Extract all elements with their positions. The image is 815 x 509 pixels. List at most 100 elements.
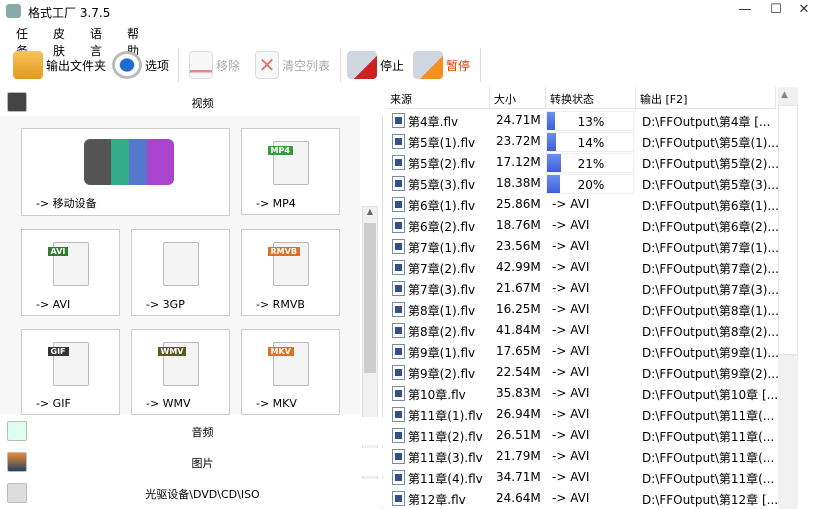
options-button[interactable]: 选项 <box>112 50 169 80</box>
status-text: -> AVI <box>552 323 590 337</box>
table-row[interactable]: 第11章(3).flv 21.79M -> AVI D:\FFOutput\第11章(… <box>386 446 776 467</box>
progress-bar: 13% <box>546 111 634 131</box>
task-list-scroll-thumb[interactable] <box>778 105 798 355</box>
output-path: D:\FFOutput\第5章(1)... <box>642 136 779 150</box>
table-row[interactable]: 第11章(2).flv 26.51M -> AVI D:\FFOutput\第11章(… <box>386 425 776 446</box>
remove-button[interactable]: 移除 <box>189 50 240 80</box>
title-bar: 格式工厂 3.7.5 — ☐ ✕ <box>0 0 815 22</box>
file-size: 17.65M <box>496 344 541 358</box>
category-audio-label: 音频 <box>191 426 214 439</box>
column-output[interactable]: 输出 [F2] <box>636 87 776 109</box>
table-row[interactable]: 第6章(2).flv 18.76M -> AVI D:\FFOutput\第6章(2)… <box>386 215 779 236</box>
stop-label: 停止 <box>380 58 405 73</box>
tile-mobile[interactable]: -> 移动设备 <box>21 128 230 216</box>
table-row[interactable]: 第8章(1).flv 16.25M -> AVI D:\FFOutput\第8章(1)… <box>386 299 779 320</box>
output-path: D:\FFOutput\第9章(1)... <box>642 346 779 360</box>
video-file-icon <box>392 218 405 233</box>
table-row[interactable]: 第12章.flv 24.64M -> AVI D:\FFOutput\第12章 [..… <box>386 488 778 509</box>
table-row[interactable]: 第7章(3).flv 21.67M -> AVI D:\FFOutput\第7章(3)… <box>386 278 779 299</box>
category-rom[interactable]: 光驱设备\DVD\CD\ISO <box>0 479 383 507</box>
progress-text: 21% <box>577 157 605 171</box>
scroll-thumb[interactable] <box>364 223 376 373</box>
tile-label: -> GIF <box>36 397 71 410</box>
table-row[interactable]: 第9章(1).flv 17.65M -> AVI D:\FFOutput\第9章(1)… <box>386 341 779 362</box>
status-text: -> AVI <box>552 386 590 400</box>
table-row[interactable]: 第4章.flv 24.71M 13% D:\FFOutput\第4章 [... <box>386 110 776 131</box>
category-video[interactable]: 视频 <box>0 88 383 116</box>
file-size: 21.79M <box>496 449 541 463</box>
source-file: 第4章.flv <box>408 115 459 129</box>
file-format-icon: WMV <box>157 342 199 386</box>
file-size: 25.86M <box>496 197 541 211</box>
source-file: 第12章.flv <box>408 493 466 507</box>
options-label: 选项 <box>145 58 170 73</box>
table-row[interactable]: 第10章.flv 35.83M -> AVI D:\FFOutput\第10章 [..… <box>386 383 778 404</box>
column-size[interactable]: 大小 <box>490 87 546 109</box>
file-format-icon: AVI <box>47 242 89 286</box>
close-button[interactable]: ✕ <box>789 2 815 20</box>
tile-label: -> RMVB <box>256 298 305 311</box>
file-format-icon: MKV <box>267 342 309 386</box>
file-size: 26.94M <box>496 407 541 421</box>
category-audio[interactable]: 音频 <box>0 417 383 445</box>
video-file-icon <box>392 134 405 149</box>
category-video-label: 视频 <box>191 97 214 110</box>
table-row[interactable]: 第7章(2).flv 42.99M -> AVI D:\FFOutput\第7章(2)… <box>386 257 779 278</box>
tile-mp4[interactable]: MP4 -> MP4 <box>241 128 340 215</box>
tile-gif[interactable]: GIF -> GIF <box>21 329 120 415</box>
scroll-up-icon[interactable]: ▲ <box>363 207 377 221</box>
format-badge: MKV <box>267 347 294 356</box>
video-file-icon <box>392 302 405 317</box>
table-row[interactable]: 第8章(2).flv 41.84M -> AVI D:\FFOutput\第8章(2)… <box>386 320 779 341</box>
video-file-icon <box>392 470 405 485</box>
scroll-up-icon[interactable]: ▲ <box>781 90 788 100</box>
maximize-button[interactable]: ☐ <box>761 2 791 20</box>
progress-bar: 14% <box>546 132 634 152</box>
status-text: -> AVI <box>552 281 590 295</box>
video-file-icon <box>392 176 405 191</box>
video-file-icon <box>392 281 405 296</box>
table-row[interactable]: 第5章(2).flv 17.12M 21% D:\FFOutput\第5章(2)... <box>386 152 779 173</box>
source-file: 第8章(2).flv <box>408 325 476 339</box>
clear-list-icon: ✕ <box>255 51 279 79</box>
stop-button[interactable]: 停止 <box>347 50 404 80</box>
table-row[interactable]: 第11章(4).flv 34.71M -> AVI D:\FFOutput\第11章(… <box>386 467 776 488</box>
video-file-icon <box>392 449 405 464</box>
pause-button[interactable]: 暂停 <box>413 50 470 80</box>
table-row[interactable]: 第9章(2).flv 22.54M -> AVI D:\FFOutput\第9章(2)… <box>386 362 779 383</box>
tile-mkv[interactable]: MKV -> MKV <box>241 329 340 415</box>
output-path: D:\FFOutput\第11章(... <box>642 409 775 423</box>
clear-list-button[interactable]: ✕ 清空列表 <box>255 50 330 80</box>
output-folder-label: 输出文件夹 <box>46 58 107 73</box>
table-row[interactable]: 第5章(3).flv 18.38M 20% D:\FFOutput\第5章(3)... <box>386 173 779 194</box>
task-list: 来源 大小 转换状态 输出 [F2] 第4章.flv 24.71M 13% D:\FF… <box>386 87 815 509</box>
minimize-button[interactable]: — <box>730 2 760 20</box>
source-file: 第5章(1).flv <box>408 136 476 150</box>
progress-bar: 21% <box>546 153 634 173</box>
source-file: 第11章(2).flv <box>408 430 483 444</box>
source-file: 第11章(1).flv <box>408 409 483 423</box>
file-size: 24.71M <box>496 113 541 127</box>
tile-label: -> AVI <box>36 298 71 311</box>
category-rom-label: 光驱设备\DVD\CD\ISO <box>145 488 260 501</box>
table-row[interactable]: 第11章(1).flv 26.94M -> AVI D:\FFOutput\第11章(… <box>386 404 776 425</box>
source-file: 第6章(1).flv <box>408 199 476 213</box>
format-badge: MP4 <box>267 146 293 155</box>
table-row[interactable]: 第7章(1).flv 23.56M -> AVI D:\FFOutput\第7章(1)… <box>386 236 779 257</box>
output-folder-button[interactable]: 输出文件夹 <box>13 50 106 80</box>
tile-wmv[interactable]: WMV -> WMV <box>131 329 230 415</box>
video-file-icon <box>392 239 405 254</box>
table-row[interactable]: 第6章(1).flv 25.86M -> AVI D:\FFOutput\第6章(1)… <box>386 194 779 215</box>
column-status[interactable]: 转换状态 <box>546 87 636 109</box>
category-picture[interactable]: 图片 <box>0 448 383 476</box>
tile-3gp[interactable]: -> 3GP <box>131 229 230 316</box>
file-size: 23.56M <box>496 239 541 253</box>
column-source[interactable]: 来源 <box>386 87 490 109</box>
table-row[interactable]: 第5章(1).flv 23.72M 14% D:\FFOutput\第5章(1)... <box>386 131 779 152</box>
output-path: D:\FFOutput\第5章(3)... <box>642 178 779 192</box>
tile-avi[interactable]: AVI -> AVI <box>21 229 120 316</box>
output-path: D:\FFOutput\第7章(2)... <box>642 262 779 276</box>
video-file-icon <box>392 113 405 128</box>
status-text: -> AVI <box>552 428 590 442</box>
tile-rmvb[interactable]: RMVB -> RMVB <box>241 229 340 316</box>
